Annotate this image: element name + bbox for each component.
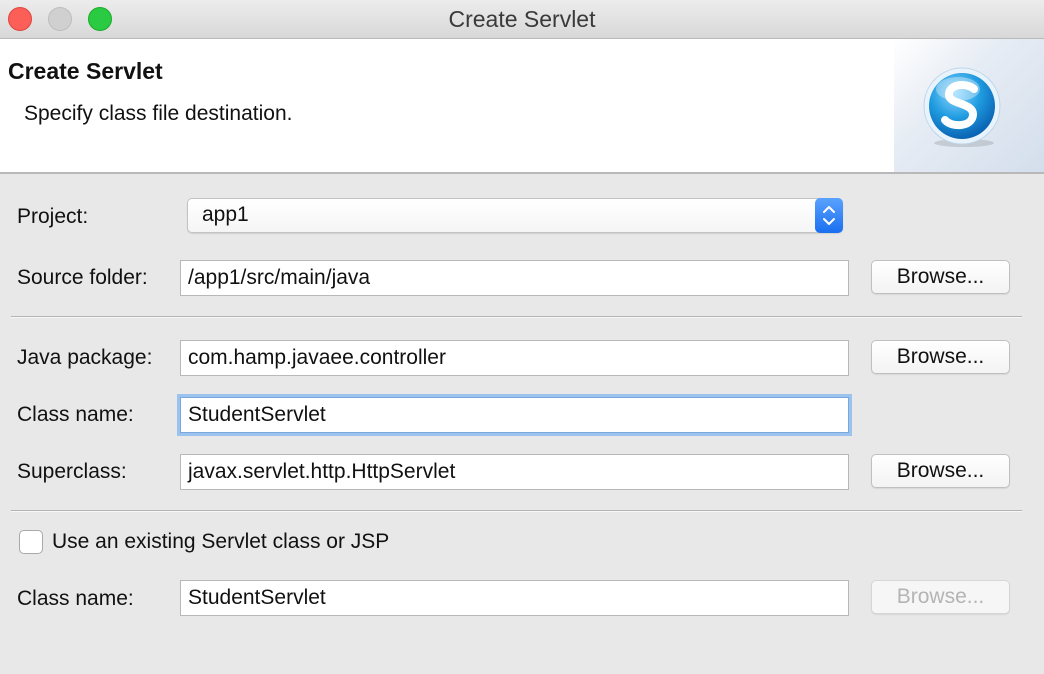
java-package-label: Java package:: [17, 346, 153, 369]
project-select[interactable]: app1: [187, 198, 843, 233]
superclass-label: Superclass:: [17, 460, 127, 483]
class-name-label: Class name:: [17, 403, 134, 426]
use-existing-checkbox[interactable]: [19, 530, 43, 554]
java-package-input[interactable]: com.hamp.javaee.controller: [180, 340, 849, 376]
existing-class-name-input[interactable]: StudentServlet: [180, 580, 849, 616]
wizard-banner: Create Servlet Specify class file destin…: [0, 39, 1044, 174]
use-existing-label[interactable]: Use an existing Servlet class or JSP: [52, 530, 389, 554]
section-divider: [11, 316, 1022, 318]
superclass-input[interactable]: javax.servlet.http.HttpServlet: [180, 454, 849, 490]
existing-class-name-label: Class name:: [17, 587, 134, 610]
create-servlet-window: Create Servlet Create Servlet Specify cl…: [0, 0, 1044, 674]
existing-class-browse-button: Browse...: [871, 580, 1010, 614]
source-folder-browse-button[interactable]: Browse...: [871, 260, 1010, 294]
chevron-up-down-icon: [815, 198, 843, 233]
superclass-browse-button[interactable]: Browse...: [871, 454, 1010, 488]
source-folder-input[interactable]: /app1/src/main/java: [180, 260, 849, 296]
window-title: Create Servlet: [448, 6, 596, 32]
servlet-s-logo-icon: [923, 67, 1001, 147]
project-label: Project:: [17, 205, 89, 228]
java-package-browse-button[interactable]: Browse...: [871, 340, 1010, 374]
project-select-value: app1: [202, 203, 249, 226]
class-name-input[interactable]: StudentServlet: [180, 397, 849, 433]
banner-description: Specify class file destination.: [24, 102, 293, 125]
section-divider: [11, 510, 1022, 512]
banner-title: Create Servlet: [8, 58, 163, 84]
source-folder-label: Source folder:: [17, 266, 148, 289]
title-bar[interactable]: Create Servlet: [0, 0, 1044, 39]
